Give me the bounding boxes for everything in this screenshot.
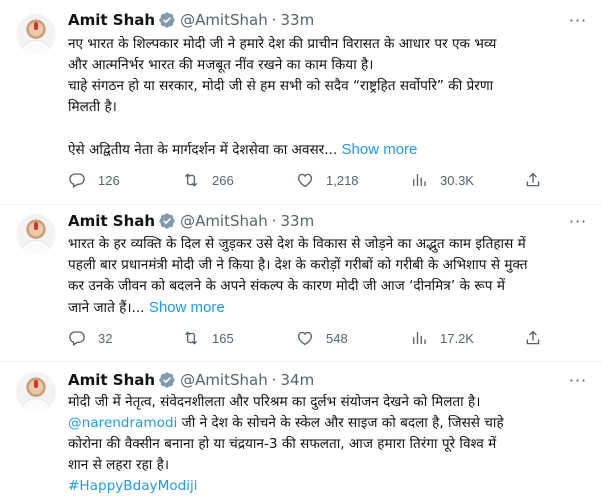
tweet-header: Amit Shah @AmitShah · 33m xyxy=(68,10,314,30)
hashtag-link[interactable]: #HappyBdayModiji xyxy=(68,478,198,494)
verified-badge-icon xyxy=(159,372,175,388)
more-options-icon[interactable]: ··· xyxy=(568,211,588,231)
verified-badge-icon xyxy=(159,12,175,28)
tweet-line: कोरोना की वैक्सीन बनाना हो या चंद्रयान-3… xyxy=(68,436,497,452)
retweet-icon xyxy=(184,331,198,345)
author-handle[interactable]: @AmitShah xyxy=(180,11,268,29)
tweet-header: Amit Shah @AmitShah · 34m xyxy=(68,370,314,390)
tweet-line: नए भारत के शिल्पकार मोदी जी ने हमारे देश… xyxy=(68,36,497,52)
tweet-time[interactable]: 33m xyxy=(281,212,315,230)
show-more-link[interactable]: Show more xyxy=(342,141,418,158)
share-icon xyxy=(526,330,540,345)
retweet-count: 165 xyxy=(212,330,234,346)
author-name[interactable]: Amit Shah xyxy=(68,371,155,389)
tweet-feed: Amit Shah @AmitShah · 33m ··· नए भारत के… xyxy=(0,0,602,504)
tweet-line: चाहे संगठन हो या सरकार, मोदी जी से हम सभ… xyxy=(68,78,494,94)
reply-button[interactable]: 126 xyxy=(68,170,120,190)
views-bar-chart-icon xyxy=(413,332,426,344)
more-options-icon[interactable]: ··· xyxy=(568,10,588,30)
like-button[interactable]: 1,218 xyxy=(296,170,359,190)
share-button[interactable] xyxy=(524,170,542,190)
views-button[interactable]: 17.2K xyxy=(410,328,474,348)
views-bar-chart-icon xyxy=(413,174,426,186)
mention-link[interactable]: @narendramodi xyxy=(68,415,177,431)
tweet-line: @narendramodi जी ने देश के सोचने के स्के… xyxy=(68,413,588,434)
tweet-line: जाने जाते हैं।... Show more xyxy=(68,297,588,319)
like-count: 548 xyxy=(326,330,348,346)
tweet-header: Amit Shah @AmitShah · 33m xyxy=(68,211,314,231)
view-count: 17.2K xyxy=(440,330,474,346)
share-button[interactable] xyxy=(524,328,542,348)
tweet-line: कर उनके जीवन को बदलने के अपने संकल्प के … xyxy=(68,278,505,294)
like-heart-icon xyxy=(297,173,313,188)
tweet-2[interactable]: Amit Shah @AmitShah · 33m ··· भारत के हर… xyxy=(0,205,602,362)
separator-dot: · xyxy=(271,11,277,29)
author-name[interactable]: Amit Shah xyxy=(68,212,155,230)
avatar[interactable] xyxy=(16,14,56,54)
reply-icon xyxy=(69,331,85,346)
like-count: 1,218 xyxy=(326,172,359,188)
retweet-button[interactable]: 165 xyxy=(182,328,234,348)
reply-icon xyxy=(69,173,85,188)
tweet-line-text: ऐसे अद्वितीय नेता के मार्गदर्शन में देशस… xyxy=(68,142,338,158)
share-icon xyxy=(526,172,540,187)
tweet-line-text: जाने जाते हैं।... xyxy=(68,300,145,316)
tweet-3[interactable]: Amit Shah @AmitShah · 34m ··· मोदी जी मे… xyxy=(0,362,602,504)
like-heart-icon xyxy=(297,331,313,346)
tweet-time[interactable]: 34m xyxy=(281,371,315,389)
author-name[interactable]: Amit Shah xyxy=(68,11,155,29)
like-button[interactable]: 548 xyxy=(296,328,348,348)
more-options-icon[interactable]: ··· xyxy=(568,370,588,390)
avatar[interactable] xyxy=(16,214,56,254)
tweet-line: मोदी जी में नेतृत्व, संवेदनशीलता और परिश… xyxy=(68,394,481,410)
tweet-time[interactable]: 33m xyxy=(281,11,315,29)
separator-dot: · xyxy=(271,212,277,230)
tweet-line: और आत्मनिर्भर भारत की मजबूत नींव रखने का… xyxy=(68,57,374,73)
tweet-line: पहली बार प्रधानमंत्री मोदी जी ने किया है… xyxy=(68,257,528,273)
tweet-text: भारत के हर व्यक्ति के दिल से जुड़कर उसे … xyxy=(68,234,588,319)
reply-count: 126 xyxy=(98,172,120,188)
view-count: 30.3K xyxy=(440,172,474,188)
tweet-line-text: जी ने देश के सोचने के स्केल और साइज को ब… xyxy=(181,415,504,431)
author-handle[interactable]: @AmitShah xyxy=(180,212,268,230)
show-more-link[interactable]: Show more xyxy=(149,299,225,316)
retweet-icon xyxy=(184,173,198,187)
tweet-line: ऐसे अद्वितीय नेता के मार्गदर्शन में देशस… xyxy=(68,139,588,161)
author-handle[interactable]: @AmitShah xyxy=(180,371,268,389)
tweet-actions: 126 266 1,218 30.3K xyxy=(68,170,588,190)
separator-dot: · xyxy=(271,371,277,389)
views-button[interactable]: 30.3K xyxy=(410,170,474,190)
tweet-line: शान से लहरा रहा है। xyxy=(68,457,169,473)
tweet-line: भारत के हर व्यक्ति के दिल से जुड़कर उसे … xyxy=(68,236,526,252)
tweet-line: मिलती है। xyxy=(68,99,117,115)
tweet-text: नए भारत के शिल्पकार मोदी जी ने हमारे देश… xyxy=(68,34,588,161)
tweet-line: #HappyBdayModiji xyxy=(68,476,588,497)
tweet-text: मोदी जी में नेतृत्व, संवेदनशीलता और परिश… xyxy=(68,392,588,497)
verified-badge-icon xyxy=(159,213,175,229)
reply-button[interactable]: 32 xyxy=(68,328,112,348)
tweet-1[interactable]: Amit Shah @AmitShah · 33m ··· नए भारत के… xyxy=(0,0,602,205)
tweet-actions: 32 165 548 17.2K xyxy=(68,328,588,348)
retweet-button[interactable]: 266 xyxy=(182,170,234,190)
reply-count: 32 xyxy=(98,330,113,346)
avatar[interactable] xyxy=(16,372,56,412)
retweet-count: 266 xyxy=(212,172,234,188)
